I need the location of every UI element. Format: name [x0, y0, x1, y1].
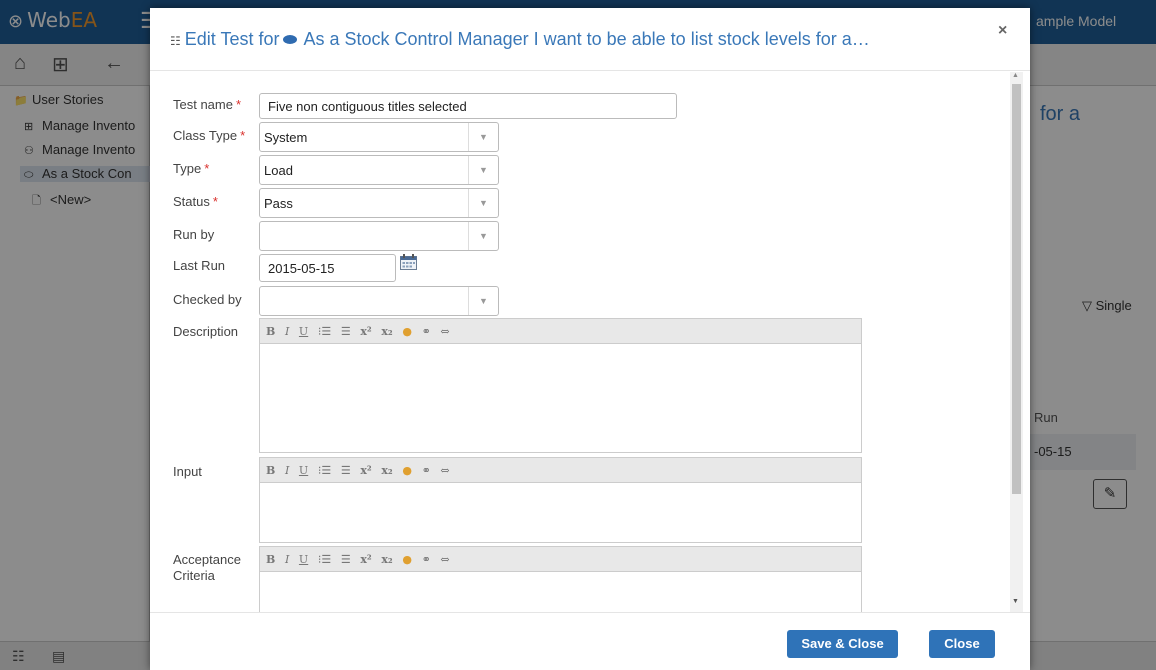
- underline-button[interactable]: U: [299, 547, 308, 572]
- subscript-button[interactable]: x₂: [381, 458, 392, 483]
- unlink-button[interactable]: ⇔: [440, 319, 449, 344]
- bold-button[interactable]: B: [266, 547, 275, 572]
- label-text: Type: [173, 161, 202, 176]
- input-label: Input: [173, 464, 202, 479]
- label-line-2: Criteria: [173, 568, 215, 583]
- dialog-scrollbar[interactable]: ▲ ▼: [1010, 72, 1023, 612]
- link-button[interactable]: ⚭: [422, 319, 431, 344]
- superscript-button[interactable]: x²: [360, 547, 371, 572]
- required-mark: *: [240, 128, 246, 143]
- test-name-input[interactable]: Five non contiguous titles selected: [259, 93, 677, 119]
- text-color-button[interactable]: ●: [402, 458, 412, 483]
- link-button[interactable]: ⚭: [422, 547, 431, 572]
- subscript-button[interactable]: x₂: [381, 319, 392, 344]
- dialog-title: ☷ Edit Test for As a Stock Control Manager…: [170, 29, 870, 50]
- scroll-down-icon[interactable]: ▼: [1012, 598, 1019, 605]
- required-mark: *: [204, 161, 210, 176]
- calendar-icon[interactable]: [400, 254, 417, 270]
- numbered-list-button[interactable]: ⁝☰: [318, 319, 331, 344]
- chevron-down-icon: ▼: [468, 156, 498, 184]
- status-select[interactable]: Pass ▼: [259, 188, 499, 218]
- italic-button[interactable]: I: [285, 319, 289, 344]
- class-type-label: Class Type *: [173, 128, 245, 143]
- close-icon[interactable]: ×: [998, 22, 1007, 40]
- checked-by-label: Checked by: [173, 292, 242, 307]
- superscript-button[interactable]: x²: [360, 319, 371, 344]
- chevron-down-icon: ▼: [468, 222, 498, 250]
- class-type-select[interactable]: System ▼: [259, 122, 499, 152]
- italic-button[interactable]: I: [285, 458, 289, 483]
- chevron-down-icon: ▼: [468, 189, 498, 217]
- bold-button[interactable]: B: [266, 319, 275, 344]
- last-run-date-input[interactable]: 2015-05-15: [259, 254, 396, 282]
- status-label: Status *: [173, 194, 218, 209]
- description-editor[interactable]: B I U ⁝☰ ☰ x² x₂ ● ⚭ ⇔: [259, 318, 862, 453]
- acceptance-criteria-editor[interactable]: B I U ⁝☰ ☰ x² x₂ ● ⚭ ⇔: [259, 546, 862, 612]
- editor-toolbar: B I U ⁝☰ ☰ x² x₂ ● ⚭ ⇔: [260, 458, 861, 483]
- unlink-button[interactable]: ⇔: [440, 458, 449, 483]
- test-name-label: Test name *: [173, 97, 241, 112]
- close-button[interactable]: Close: [929, 630, 995, 658]
- type-select[interactable]: Load ▼: [259, 155, 499, 185]
- type-label: Type *: [173, 161, 209, 176]
- bullet-list-button[interactable]: ☰: [341, 319, 351, 344]
- select-value: Load: [264, 163, 293, 178]
- scroll-up-icon[interactable]: ▲: [1012, 72, 1019, 79]
- italic-button[interactable]: I: [285, 547, 289, 572]
- select-value: System: [264, 130, 308, 145]
- numbered-list-button[interactable]: ⁝☰: [318, 458, 331, 483]
- chevron-down-icon: ▼: [468, 123, 498, 151]
- run-by-select[interactable]: ▼: [259, 221, 499, 251]
- text-color-button[interactable]: ●: [402, 547, 412, 572]
- test-icon: ☷: [170, 34, 181, 48]
- chevron-down-icon: ▼: [468, 287, 498, 315]
- bold-button[interactable]: B: [266, 458, 275, 483]
- label-text: Status: [173, 194, 210, 209]
- edit-test-dialog: ☷ Edit Test for As a Stock Control Manager…: [150, 8, 1030, 670]
- input-editor[interactable]: B I U ⁝☰ ☰ x² x₂ ● ⚭ ⇔: [259, 457, 862, 543]
- bullet-list-button[interactable]: ☰: [341, 547, 351, 572]
- acceptance-criteria-label: Acceptance Criteria: [173, 552, 241, 584]
- superscript-button[interactable]: x²: [360, 458, 371, 483]
- dialog-header: ☷ Edit Test for As a Stock Control Manager…: [150, 8, 1030, 71]
- label-line-1: Acceptance: [173, 552, 241, 567]
- save-and-close-button[interactable]: Save & Close: [787, 630, 898, 658]
- select-value: Pass: [264, 196, 293, 211]
- label-text: Test name: [173, 97, 233, 112]
- editor-toolbar: B I U ⁝☰ ☰ x² x₂ ● ⚭ ⇔: [260, 547, 861, 572]
- subscript-button[interactable]: x₂: [381, 547, 392, 572]
- required-mark: *: [212, 194, 218, 209]
- dialog-footer: Save & Close Close: [150, 612, 1030, 670]
- text-color-button[interactable]: ●: [402, 319, 412, 344]
- dialog-title-text: As a Stock Control Manager I want to be …: [303, 29, 870, 49]
- editor-toolbar: B I U ⁝☰ ☰ x² x₂ ● ⚭ ⇔: [260, 319, 861, 344]
- numbered-list-button[interactable]: ⁝☰: [318, 547, 331, 572]
- scrollbar-thumb[interactable]: [1012, 84, 1021, 494]
- bullet-list-button[interactable]: ☰: [341, 458, 351, 483]
- dialog-body: Test name * Five non contiguous titles se…: [150, 72, 1030, 612]
- run-by-label: Run by: [173, 227, 215, 242]
- underline-button[interactable]: U: [299, 319, 308, 344]
- description-label: Description: [173, 324, 239, 339]
- unlink-button[interactable]: ⇔: [440, 547, 449, 572]
- checked-by-select[interactable]: ▼: [259, 286, 499, 316]
- use-case-icon: [283, 34, 298, 44]
- link-button[interactable]: ⚭: [422, 458, 431, 483]
- label-text: Class Type: [173, 128, 238, 143]
- last-run-label: Last Run: [173, 258, 226, 273]
- dialog-title-prefix: Edit Test for: [184, 29, 280, 49]
- underline-button[interactable]: U: [299, 458, 308, 483]
- required-mark: *: [235, 97, 242, 112]
